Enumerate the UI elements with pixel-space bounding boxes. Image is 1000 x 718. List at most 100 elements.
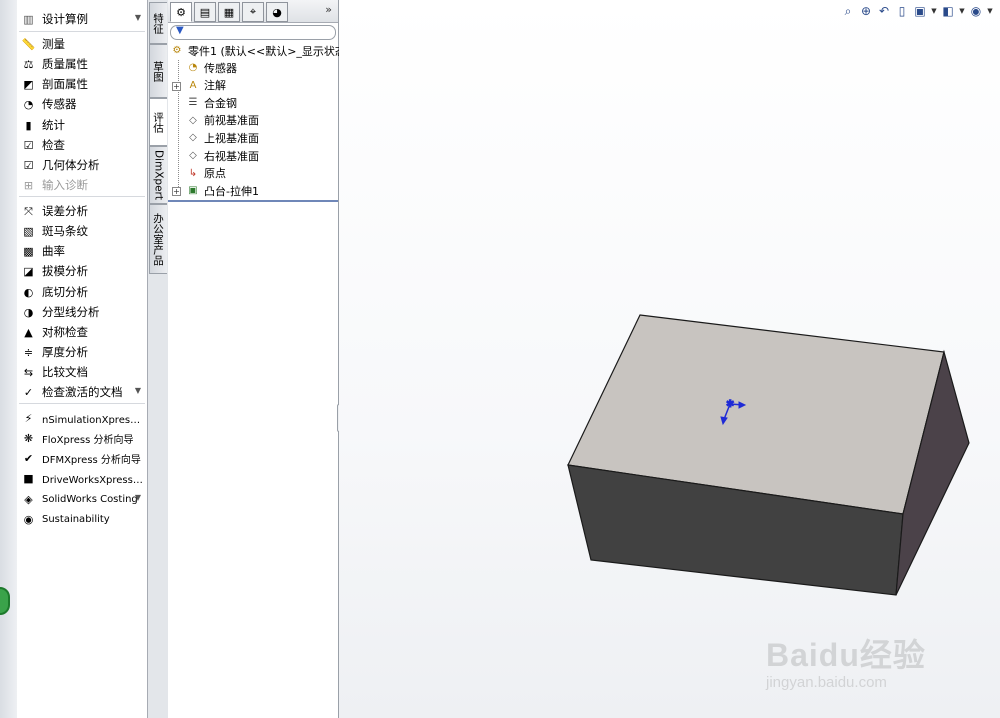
boss-extrude-icon: ▣: [188, 185, 198, 197]
mass-properties-icon: ⚖: [23, 57, 34, 71]
more-tabs-button[interactable]: »: [325, 3, 332, 16]
chevron-down-icon[interactable]: ▼: [135, 386, 141, 395]
chevron-down-icon[interactable]: ▼: [135, 493, 141, 502]
cmd-item-simulationxpress[interactable]: ⚡ nSimulationXpress 分…: [21, 408, 145, 428]
feature-manager-icon[interactable]: ⚙: [170, 2, 192, 22]
sensor-folder-icon: ◔: [188, 62, 198, 73]
tree-node-label: 传感器: [204, 61, 237, 75]
manager-tab-strip: ⚙ ▤ ▦ ⌖ ◕ »: [168, 0, 338, 23]
cmd-item-sensor[interactable]: ◔ 传感器: [21, 94, 145, 114]
dimxpert-manager-icon[interactable]: ⌖: [242, 2, 264, 22]
cmd-item-driveworksxpress[interactable]: ■ DriveWorksXpress 向导: [21, 468, 145, 488]
cmd-item-symmetry-check[interactable]: ▲ 对称检查: [21, 322, 145, 342]
tab-0[interactable]: 特征: [149, 2, 167, 44]
cmd-item-label: DFMXpress 分析向导: [42, 454, 141, 466]
thickness-analysis-icon: ≑: [23, 345, 34, 359]
tree-node-top-plane[interactable]: ◇ 上视基准面: [186, 129, 259, 146]
cmd-item-label: 几何体分析: [42, 158, 100, 172]
tree-node-label: 上视基准面: [204, 131, 259, 145]
cmd-item-label: 误差分析: [42, 204, 88, 218]
zebra-stripes-icon: ▧: [23, 224, 34, 238]
cmd-item-label: 斑马条纹: [42, 224, 88, 238]
svg-text:✱: ✱: [726, 399, 734, 410]
tree-node-origin[interactable]: ↳ 原点: [186, 165, 226, 182]
cmd-item-check[interactable]: ☑ 检查: [21, 135, 145, 155]
tab-3[interactable]: DimXpert: [149, 146, 167, 204]
driveworksxpress-icon: ■: [23, 471, 34, 485]
design-study-label: 设计算例: [42, 12, 88, 26]
tab-4[interactable]: 办公室产品: [149, 204, 167, 274]
cmd-item-undercut-analysis[interactable]: ◐ 底切分析: [21, 282, 145, 302]
tree-root-part[interactable]: ⚙ 零件1 (默认<<默认>_显示状态: [170, 42, 346, 59]
expand-toggle[interactable]: +: [172, 187, 181, 197]
top-plane-icon: ◇: [189, 132, 197, 144]
deviation-analysis-icon: ⤧: [24, 204, 33, 218]
cmd-item-check-active-document[interactable]: ✓ 检查激活的文档 ▼: [21, 382, 145, 402]
tree-node-material[interactable]: ☰ 合金钢: [186, 94, 237, 111]
cmd-item-zebra-stripes[interactable]: ▧ 斑马条纹: [21, 221, 145, 241]
sensor-icon: ◔: [23, 97, 34, 111]
configuration-manager-icon[interactable]: ▦: [218, 2, 240, 22]
cmd-item-geometry-analysis[interactable]: ☑ 几何体分析: [21, 155, 145, 175]
cmd-item-curvature[interactable]: ▩ 曲率: [21, 241, 145, 261]
cmd-item-deviation-analysis[interactable]: ⤧ 误差分析: [21, 201, 145, 221]
expand-toggle[interactable]: +: [172, 81, 181, 91]
tree-node-label: 原点: [204, 167, 226, 181]
cmd-item-parting-line-analysis[interactable]: ◑ 分型线分析: [21, 302, 145, 322]
tree-node-right-plane[interactable]: ◇ 右视基准面: [186, 147, 259, 164]
undercut-analysis-icon: ◐: [23, 285, 34, 299]
design-study-button[interactable]: ▥ 设计算例 ▼: [21, 9, 145, 29]
cmd-item-thickness-analysis[interactable]: ≑ 厚度分析: [21, 342, 145, 362]
tree-filter-input[interactable]: ▼: [170, 25, 336, 40]
symmetry-check-icon: ▲: [24, 325, 33, 339]
cmd-item-sustainability[interactable]: ◉ Sustainability: [21, 509, 145, 529]
cmd-item-label: 分型线分析: [42, 305, 100, 319]
cmd-item-dfmxpress[interactable]: ✔ DFMXpress 分析向导: [21, 448, 145, 468]
cmd-item-label: 曲率: [42, 244, 65, 258]
rollback-bar[interactable]: [168, 200, 338, 202]
chevron-down-icon[interactable]: ▼: [135, 13, 141, 22]
cmd-item-costing[interactable]: ◈ SolidWorks Costing ▼: [21, 489, 145, 509]
tree-root-label: 零件1 (默认<<默认>_显示状态: [188, 44, 346, 58]
tree-node-label: 合金钢: [204, 96, 237, 110]
cmd-item-label: 拔模分析: [42, 264, 88, 278]
cmd-item-draft-analysis[interactable]: ◪ 拔模分析: [21, 261, 145, 281]
command-manager-tabs: 特征草图评估 DimXpert 办公室产品: [148, 0, 169, 718]
tree-node-annotations[interactable]: A 注解: [186, 77, 226, 94]
cmd-item-label: 输入诊断: [42, 178, 88, 192]
tree-node-front-plane[interactable]: ◇ 前视基准面: [186, 112, 259, 129]
tab-label: 草图: [152, 60, 164, 82]
divider: [19, 196, 145, 197]
graphics-area[interactable]: ⌕ ⊕ ↶ ▯ ▣ ▼ ◧ ▼ ◉ ▼ ✱ Baidu经验 jingyan.baidu.com: [339, 0, 1000, 718]
cmd-item-floxpress[interactable]: ❋ FloXpress 分析向导: [21, 428, 145, 448]
tree-node-label: 前视基准面: [204, 114, 259, 128]
sustainability-icon: ◉: [23, 512, 34, 526]
cmd-item-label: 检查: [42, 138, 65, 152]
check-icon: ☑: [23, 138, 34, 152]
curvature-icon: ▩: [23, 244, 34, 258]
cmd-item-compare-documents[interactable]: ⇆ 比较文档: [21, 362, 145, 382]
cmd-item-label: 剖面属性: [42, 77, 88, 91]
cmd-item-section-properties[interactable]: ◩ 剖面属性: [21, 74, 145, 94]
compare-documents-icon: ⇆: [23, 365, 34, 379]
import-diagnostics-icon: ⊞: [23, 178, 34, 192]
tree-node-label: 注解: [204, 79, 226, 93]
cmd-item-label: 比较文档: [42, 365, 88, 379]
display-manager-icon[interactable]: ◕: [266, 2, 288, 22]
ruler-icon: 📏: [21, 37, 36, 51]
tree-node-boss-extrude[interactable]: ▣ 凸台-拉伸1: [186, 182, 259, 199]
cmd-item-statistics[interactable]: ▮ 统计: [21, 115, 145, 135]
cmd-item-label: 对称检查: [42, 325, 88, 339]
tree-node-label: 右视基准面: [204, 149, 259, 163]
cmd-item-label: DriveWorksXpress 向导: [42, 474, 145, 486]
tab-label: 办公室产品: [152, 212, 164, 266]
cmd-item-mass-properties[interactable]: ⚖ 质量属性: [21, 54, 145, 74]
tab-label: 特征: [152, 12, 164, 34]
tab-2[interactable]: 评估: [149, 98, 167, 146]
tree-node-sensor-folder[interactable]: ◔ 传感器: [186, 59, 237, 76]
cmd-item-label: 质量属性: [42, 57, 88, 71]
right-plane-icon: ◇: [189, 150, 197, 161]
cmd-item-ruler[interactable]: 📏 测量: [21, 34, 145, 54]
tab-1[interactable]: 草图: [149, 44, 167, 98]
property-manager-icon[interactable]: ▤: [194, 2, 216, 22]
